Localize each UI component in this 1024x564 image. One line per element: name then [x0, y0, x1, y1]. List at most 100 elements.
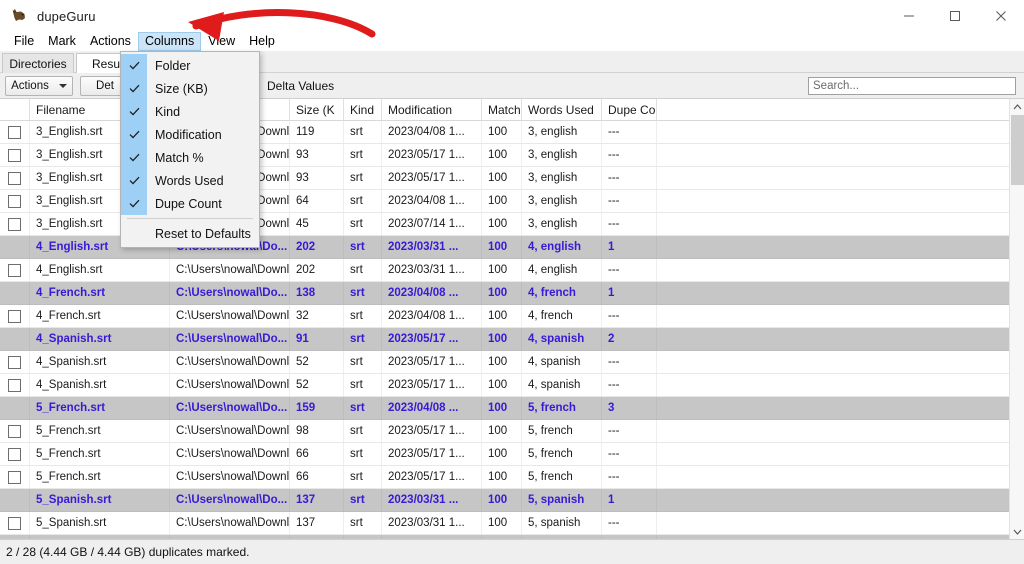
row-checkbox[interactable]	[8, 447, 21, 461]
column-header-dupe[interactable]: Dupe Co	[602, 99, 657, 120]
cell-dupe: ---	[602, 121, 657, 143]
dropdown-item-kind[interactable]: Kind	[121, 100, 259, 123]
cell-name: 5_French.srt	[30, 397, 170, 419]
scroll-down-icon[interactable]	[1010, 524, 1024, 539]
row-checkbox[interactable]	[8, 424, 21, 438]
row-checkbox-cell[interactable]	[0, 305, 30, 327]
column-header-mtch[interactable]: Match	[482, 99, 522, 120]
cell-name: 4_Spanish.srt	[30, 328, 170, 350]
cell-text: 5_French.srt	[36, 425, 101, 437]
cell-text: 2023/03/31 ...	[388, 241, 459, 253]
search-input[interactable]	[808, 77, 1016, 95]
table-row[interactable]: 5_French.srt C:\Users\nowal\Downl... 66 srt…	[0, 466, 1009, 489]
cell-text: 98	[296, 425, 309, 437]
cell-kind: srt	[344, 259, 382, 281]
row-checkbox[interactable]	[8, 378, 21, 392]
row-checkbox-cell[interactable]	[0, 167, 30, 189]
cell-name: 5_French.srt	[30, 466, 170, 488]
cell-text: 5_Spanish.srt	[36, 517, 107, 529]
row-checkbox-cell[interactable]	[0, 420, 30, 442]
table-row[interactable]: 5_French.srt C:\Users\nowal\Downl... 98 srt…	[0, 420, 1009, 443]
row-checkbox[interactable]	[8, 309, 21, 323]
menu-item-actions[interactable]: Actions	[83, 32, 138, 51]
cell-text: 5_Spanish.srt	[36, 494, 112, 506]
menu-item-columns[interactable]: Columns	[137, 32, 202, 51]
cell-text: C:\Users\nowal\Downl...	[176, 471, 290, 483]
cell-mod: 2023/04/08 ...	[382, 397, 482, 419]
menu-item-view[interactable]: View	[201, 32, 242, 51]
dropdown-item-words-used[interactable]: Words Used	[121, 169, 259, 192]
row-checkbox-cell[interactable]	[0, 213, 30, 235]
table-group-row[interactable]: 4_Spanish.srt C:\Users\nowal\Do... 91 srt 20…	[0, 328, 1009, 351]
close-icon[interactable]	[978, 0, 1024, 32]
table-row[interactable]: 4_English.srt C:\Users\nowal\Downl... 202 s…	[0, 259, 1009, 282]
row-checkbox-cell[interactable]	[0, 190, 30, 212]
menu-item-mark[interactable]: Mark	[41, 32, 83, 51]
check-icon	[121, 100, 147, 123]
cell-mod: 2023/04/08 ...	[382, 282, 482, 304]
row-checkbox[interactable]	[8, 355, 21, 369]
column-header-chk[interactable]	[0, 99, 30, 120]
cell-word: 5, spanish	[522, 489, 602, 511]
row-checkbox-cell[interactable]	[0, 144, 30, 166]
row-checkbox-cell[interactable]	[0, 512, 30, 534]
dropdown-item-size-kb[interactable]: Size (KB)	[121, 77, 259, 100]
row-checkbox[interactable]	[8, 263, 21, 277]
cell-mtch: 100	[482, 282, 522, 304]
menu-item-file[interactable]: File	[7, 32, 41, 51]
cell-mod: 2023/03/31 ...	[382, 489, 482, 511]
row-checkbox-cell[interactable]	[0, 443, 30, 465]
row-checkbox[interactable]	[8, 217, 21, 231]
cell-size: 66	[290, 466, 344, 488]
column-header-word[interactable]: Words Used	[522, 99, 602, 120]
table-group-row[interactable]: 4_French.srt C:\Users\nowal\Do... 138 srt 20…	[0, 282, 1009, 305]
actions-button[interactable]: Actions	[5, 76, 73, 96]
dropdown-item-label: Match %	[155, 150, 204, 165]
cell-text: C:\Users\nowal\Do...	[176, 494, 288, 506]
row-checkbox-cell[interactable]	[0, 466, 30, 488]
row-checkbox[interactable]	[8, 171, 21, 185]
tab-directories-label: Directories	[9, 56, 67, 71]
dropdown-item-reset-to-defaults[interactable]: Reset to Defaults	[121, 222, 259, 245]
row-checkbox-cell[interactable]	[0, 259, 30, 281]
row-checkbox[interactable]	[8, 148, 21, 162]
cell-kind: srt	[344, 374, 382, 396]
cell-dupe: ---	[602, 374, 657, 396]
dropdown-item-match[interactable]: Match %	[121, 146, 259, 169]
column-header-kind[interactable]: Kind	[344, 99, 382, 120]
row-checkbox[interactable]	[8, 194, 21, 208]
cell-dupe: ---	[602, 420, 657, 442]
vertical-scrollbar[interactable]	[1009, 99, 1024, 539]
maximize-icon[interactable]	[932, 0, 978, 32]
cell-text: 3_English.srt	[36, 218, 103, 230]
table-row[interactable]: 4_Spanish.srt C:\Users\nowal\Downl... 52 sr…	[0, 351, 1009, 374]
dropdown-item-modification[interactable]: Modification	[121, 123, 259, 146]
table-row[interactable]: 4_Spanish.srt C:\Users\nowal\Downl... 52 sr…	[0, 374, 1009, 397]
cell-text: 4_French.srt	[36, 287, 106, 299]
tab-directories[interactable]: Directories	[2, 53, 74, 73]
cell-text: 4_English.srt	[36, 264, 103, 276]
delta-values-checkbox[interactable]: Delta Values	[248, 79, 334, 93]
row-checkbox[interactable]	[8, 470, 21, 484]
minimize-icon[interactable]	[886, 0, 932, 32]
table-group-row[interactable]: 5_Spanish.srt C:\Users\nowal\Do... 137 srt 2…	[0, 489, 1009, 512]
table-group-row[interactable]: 5_French.srt C:\Users\nowal\Do... 159 srt 20…	[0, 397, 1009, 420]
column-header-size[interactable]: Size (K	[290, 99, 344, 120]
scrollbar-thumb[interactable]	[1011, 115, 1024, 185]
table-row[interactable]: 5_Spanish.srt C:\Users\nowal\Downl... 137 s…	[0, 512, 1009, 535]
row-checkbox[interactable]	[8, 125, 21, 139]
row-checkbox-cell[interactable]	[0, 121, 30, 143]
row-checkbox[interactable]	[8, 516, 21, 530]
row-checkbox-cell[interactable]	[0, 374, 30, 396]
table-row[interactable]: 4_French.srt C:\Users\nowal\Downl... 32 srt…	[0, 305, 1009, 328]
scroll-up-icon[interactable]	[1010, 99, 1024, 114]
menu-item-help[interactable]: Help	[242, 32, 282, 51]
dropdown-item-dupe-count[interactable]: Dupe Count	[121, 192, 259, 215]
cell-dupe: ---	[602, 259, 657, 281]
cell-text: 4, spanish	[528, 356, 581, 368]
column-header-mod[interactable]: Modification	[382, 99, 482, 120]
dropdown-item-folder[interactable]: Folder	[121, 54, 259, 77]
table-row[interactable]: 5_French.srt C:\Users\nowal\Downl... 66 srt…	[0, 443, 1009, 466]
row-checkbox-cell[interactable]	[0, 351, 30, 373]
cell-text: ---	[608, 264, 620, 276]
